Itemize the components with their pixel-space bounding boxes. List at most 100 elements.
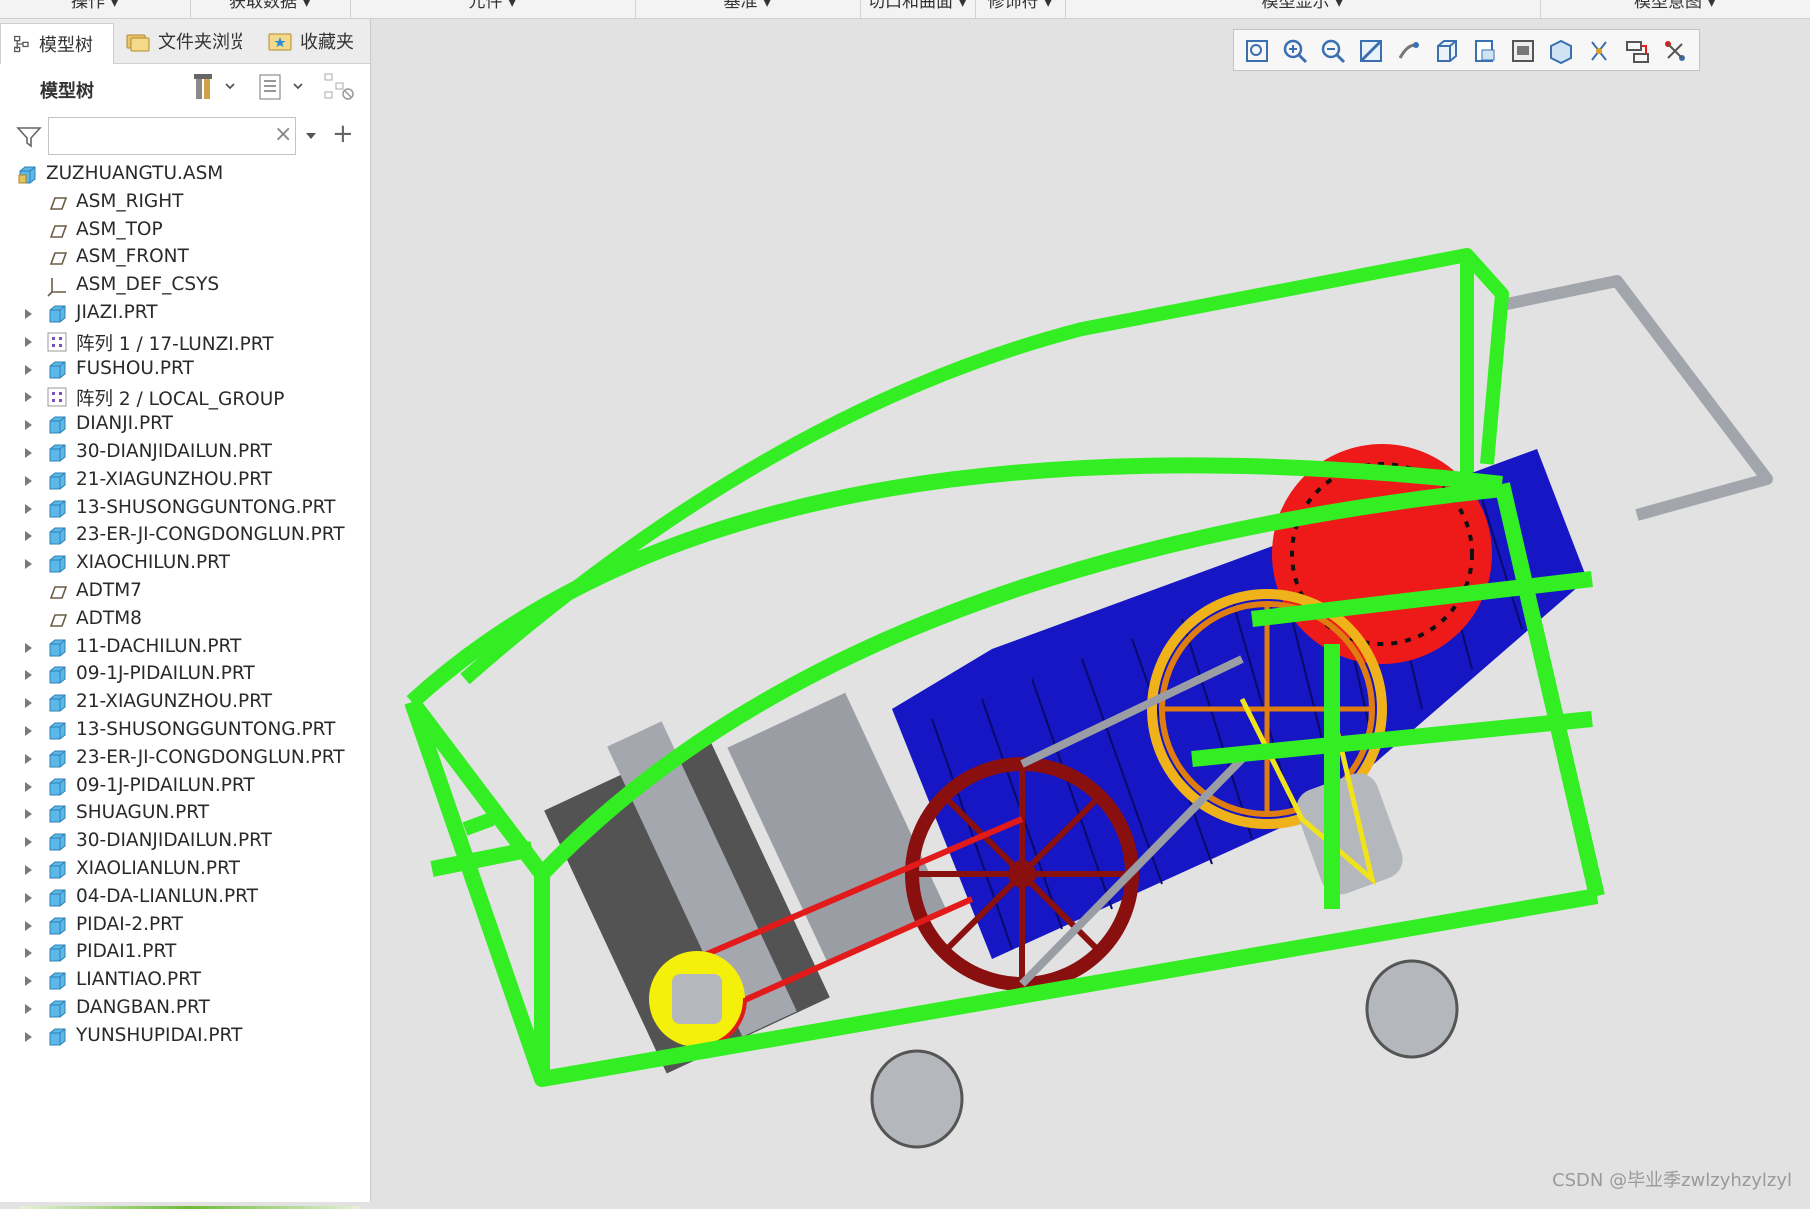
tab-favorites[interactable]: 收藏夹	[258, 23, 368, 59]
chevron-down-icon[interactable]	[304, 131, 318, 141]
part-icon	[46, 692, 68, 714]
tree-header: 模型树	[0, 65, 370, 109]
tree-row-label: ASM_TOP	[76, 218, 163, 240]
part-icon	[46, 498, 68, 520]
datum-plane-icon	[46, 609, 68, 631]
model-tree-icon	[14, 35, 29, 53]
search-clear-icon[interactable]: ×	[274, 124, 292, 146]
add-filter-button[interactable]: +	[332, 119, 354, 149]
ribbon-group-bar: 操作 ▾ 获取数据 ▾ 元件 ▾ 基准 ▾ 切口和曲面 ▾ 修饰符 ▾ 模型显示…	[0, 0, 1810, 19]
folder-browser-icon	[126, 34, 150, 52]
watermark: CSDN @毕业季zwlzyhzylzyl	[1552, 1170, 1792, 1191]
tree-row-label: YUNSHUPIDAI.PRT	[76, 1024, 243, 1046]
ribbon-group-component[interactable]: 元件 ▾	[350, 0, 636, 18]
part-icon	[46, 525, 68, 547]
part-icon	[46, 831, 68, 853]
machine-rendering	[404, 248, 1773, 1149]
tree-row-label: XIAOCHILUN.PRT	[76, 552, 230, 574]
part-icon	[46, 803, 68, 825]
graphics-viewport[interactable]: CSDN @毕业季zwlzyhzylzyl	[372, 19, 1810, 1202]
tree-row-label: ADTM7	[76, 580, 142, 601]
tree-row-label: 21-XIAGUNZHOU.PRT	[76, 691, 273, 713]
tree-row-label: 23-ER-JI-CONGDONGLUN.PRT	[76, 524, 345, 546]
tree-row-label: FUSHOU.PRT	[76, 357, 194, 379]
part-icon	[46, 720, 68, 742]
datum-plane-icon	[46, 247, 68, 269]
part-icon	[46, 942, 68, 964]
filter-icon[interactable]	[16, 125, 42, 149]
tree-row-label: 13-SHUSONGGUNTONG.PRT	[76, 496, 336, 518]
pattern-icon	[46, 386, 68, 408]
tree-row-label: 04-DA-LIANLUN.PRT	[76, 885, 258, 907]
tree-row-label: PIDAI-2.PRT	[76, 913, 183, 935]
tree-row-label: PIDAI1.PRT	[76, 941, 177, 963]
assembly-model	[404, 248, 1773, 1149]
part-icon	[46, 748, 68, 770]
settings-tools-icon[interactable]	[192, 71, 240, 101]
tree-row-label: DANGBAN.PRT	[76, 997, 210, 1018]
search-input[interactable]	[48, 117, 296, 155]
tree-row-label: 30-DIANJIDAILUN.PRT	[76, 441, 272, 462]
tree-filter-settings-icon[interactable]	[322, 71, 356, 101]
tree-row-label: 21-XIAGUNZHOU.PRT	[76, 468, 273, 490]
ribbon-group-modifiers[interactable]: 修饰符 ▾	[975, 0, 1066, 18]
tab-folder-browser[interactable]: 文件夹浏览	[116, 23, 256, 59]
part-icon	[46, 970, 68, 992]
tab-model-tree[interactable]: 模型树	[0, 23, 114, 64]
tab-folder-browser-label: 文件夹浏览	[158, 32, 242, 53]
tree-row-label: 阵列 1 / 17-LUNZI.PRT	[76, 333, 274, 355]
part-icon	[46, 359, 68, 381]
tree-row-label: XIAOLIANLUN.PRT	[76, 858, 240, 879]
coordinate-system-icon	[46, 275, 68, 297]
expand-arrow-icon[interactable]	[22, 1021, 36, 1053]
asm-icon	[16, 164, 38, 186]
ribbon-group-model-display[interactable]: 模型显示 ▾	[1065, 0, 1541, 18]
tree-row-label: LIANTIAO.PRT	[76, 969, 202, 991]
pattern-icon	[46, 331, 68, 353]
tree-row[interactable]: YUNSHUPIDAI.PRT	[0, 1021, 370, 1053]
show-options-icon[interactable]	[256, 71, 306, 101]
part-icon	[46, 664, 68, 686]
tree-row-label: JIAZI.PRT	[76, 302, 158, 323]
ribbon-group-model-intent[interactable]: 模型意图 ▾	[1540, 0, 1810, 18]
ribbon-group-datum[interactable]: 基准 ▾	[635, 0, 861, 18]
tree-row-label: DIANJI.PRT	[76, 413, 173, 435]
tree-row-label: 09-1J-PIDAILUN.PRT	[76, 774, 255, 796]
datum-plane-icon	[46, 220, 68, 242]
tree-row-label: 11-DACHILUN.PRT	[76, 635, 242, 657]
tree-row-label: ADTM8	[76, 607, 142, 629]
tree-row-label: 13-SHUSONGGUNTONG.PRT	[76, 719, 336, 740]
datum-plane-icon	[46, 581, 68, 603]
tree-row-label: ASM_FRONT	[76, 246, 189, 268]
model-tree-panel: 模型树 文件夹浏览 收藏夹 模型树 × + ZUZHUANGTU.ASM ASM…	[0, 19, 371, 1209]
part-icon	[46, 859, 68, 881]
part-icon	[46, 915, 68, 937]
tree-row-label: ZUZHUANGTU.ASM	[46, 163, 224, 184]
tree-row-label: 阵列 2 / LOCAL_GROUP	[76, 389, 285, 411]
part-icon	[46, 553, 68, 575]
tree-row-label: ASM_RIGHT	[76, 190, 184, 212]
part-icon	[46, 887, 68, 909]
tab-favorites-label: 收藏夹	[300, 32, 354, 53]
part-icon	[46, 637, 68, 659]
part-icon	[46, 414, 68, 436]
tree-row-label: 23-ER-JI-CONGDONGLUN.PRT	[76, 746, 345, 768]
ribbon-group-get-data[interactable]: 获取数据 ▾	[190, 0, 351, 18]
ribbon-group-cut-surface[interactable]: 切口和曲面 ▾	[860, 0, 976, 18]
favorites-icon	[268, 33, 292, 51]
search-row: × +	[0, 111, 370, 159]
part-icon	[46, 1026, 68, 1048]
part-icon	[46, 470, 68, 492]
tree-row-label: 09-1J-PIDAILUN.PRT	[76, 663, 255, 685]
ribbon-group-operations[interactable]: 操作 ▾	[0, 0, 191, 18]
datum-plane-icon	[46, 192, 68, 214]
part-icon	[46, 442, 68, 464]
tab-model-tree-label: 模型树	[39, 35, 93, 56]
tree-title: 模型树	[40, 81, 94, 102]
tree-row-label: SHUAGUN.PRT	[76, 802, 210, 824]
part-icon	[46, 776, 68, 798]
tree-row-label: ASM_DEF_CSYS	[76, 274, 220, 296]
part-icon	[46, 303, 68, 325]
tree-row-label: 30-DIANJIDAILUN.PRT	[76, 830, 272, 852]
navigator-tabs: 模型树 文件夹浏览 收藏夹	[0, 19, 370, 64]
